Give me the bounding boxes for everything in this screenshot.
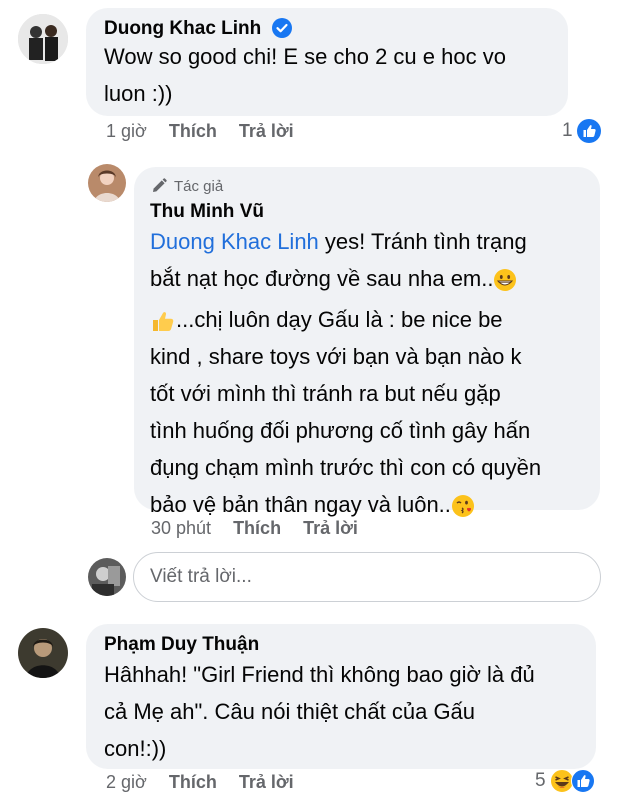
comment-author[interactable]: Duong Khac Linh bbox=[104, 18, 261, 40]
thumbs-up-emoji-icon bbox=[153, 312, 174, 332]
reply-button[interactable]: Trả lời bbox=[239, 772, 294, 793]
like-button[interactable]: Thích bbox=[169, 772, 217, 793]
author-badge-label: Tác giả bbox=[174, 177, 224, 195]
like-button[interactable]: Thích bbox=[233, 518, 281, 539]
comment-time[interactable]: 2 giờ bbox=[106, 772, 147, 793]
reaction-count: 5 bbox=[535, 770, 546, 791]
comment-time[interactable]: 30 phút bbox=[151, 518, 211, 539]
kissing-wink-emoji-icon bbox=[451, 495, 474, 518]
reply-button[interactable]: Trả lời bbox=[239, 121, 294, 142]
reaction-count: 1 bbox=[562, 120, 573, 141]
comment-text: Wow so good chi! E se cho 2 cu e hoc vo … bbox=[104, 44, 506, 106]
like-icon bbox=[576, 119, 601, 143]
comment-text: Duong Khac Linh yes! Tránh tình trạng bắ… bbox=[150, 229, 542, 518]
pencil-icon bbox=[153, 178, 167, 192]
comment-actions: 2 giờ Thích Trả lời bbox=[106, 772, 316, 793]
comment-actions: 1 giờ Thích Trả lời bbox=[106, 121, 316, 142]
comment-author[interactable]: Thu Minh Vũ bbox=[150, 201, 264, 223]
comment-bubble: Phạm Duy Thuận Hâhhah! "Girl Friend thì … bbox=[86, 624, 596, 769]
comment-time[interactable]: 1 giờ bbox=[106, 121, 147, 142]
avatar[interactable] bbox=[18, 14, 68, 64]
reply-input-placeholder: Viết trả lời... bbox=[150, 566, 252, 587]
comment-bubble: Tác giả Thu Minh Vũ Duong Khac Linh yes!… bbox=[134, 167, 600, 518]
author-badge: Tác giả bbox=[150, 177, 584, 195]
avatar[interactable] bbox=[88, 164, 126, 202]
mention-link[interactable]: Duong Khac Linh bbox=[150, 229, 319, 254]
reaction-summary[interactable]: 5 bbox=[535, 769, 595, 793]
avatar[interactable] bbox=[18, 628, 68, 678]
reaction-summary[interactable]: 1 bbox=[562, 119, 601, 143]
comment-author[interactable]: Phạm Duy Thuận bbox=[104, 634, 259, 656]
comment-actions: 30 phút Thích Trả lời bbox=[151, 518, 380, 539]
comment-bubble: Duong Khac Linh Wow so good chi! E se ch… bbox=[86, 8, 568, 116]
reply-button[interactable]: Trả lời bbox=[303, 518, 358, 539]
avatar bbox=[88, 558, 126, 596]
comment-text: Hâhhah! "Girl Friend thì không bao giờ l… bbox=[104, 662, 535, 761]
grinning-emoji-icon bbox=[494, 269, 517, 292]
like-button[interactable]: Thích bbox=[169, 121, 217, 142]
reply-input[interactable]: Viết trả lời... bbox=[133, 552, 601, 602]
like-icon bbox=[570, 769, 595, 793]
verified-badge-icon bbox=[271, 17, 292, 38]
